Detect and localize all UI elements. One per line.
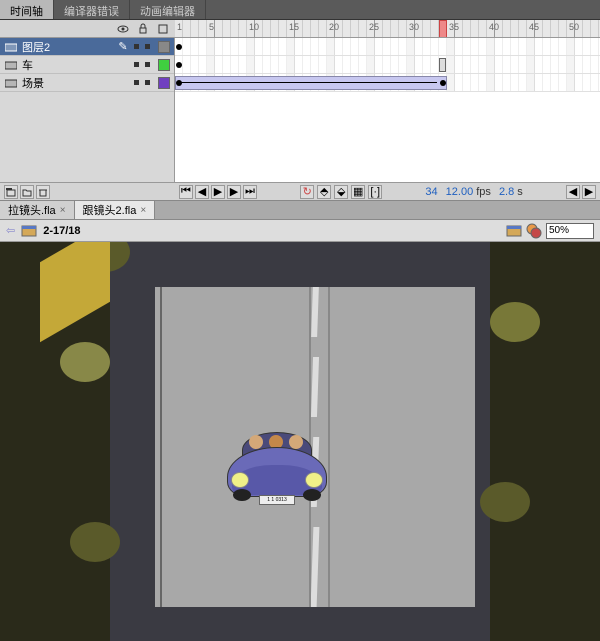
lock-dot[interactable] <box>145 62 150 67</box>
new-folder-button[interactable] <box>20 185 34 199</box>
playhead[interactable] <box>439 20 447 37</box>
layer-color-swatch[interactable] <box>158 77 170 89</box>
file-tab[interactable]: 拉镜头.fla × <box>0 201 75 219</box>
layer-type-icon <box>4 58 18 72</box>
scene-label: 2-17/18 <box>43 225 80 237</box>
tab-compiler-errors[interactable]: 编译器错误 <box>54 0 130 19</box>
new-layer-button[interactable] <box>4 185 18 199</box>
onion-skin-button[interactable]: ⬘ <box>317 185 331 199</box>
file-tabs: 拉镜头.fla×跟镜头2.fla× <box>0 200 600 220</box>
layer-color-swatch[interactable] <box>158 59 170 71</box>
frames-area[interactable] <box>175 38 600 182</box>
pencil-icon: ✎ <box>116 40 130 54</box>
tab-timeline[interactable]: 时间轴 <box>0 0 54 19</box>
layer-color-swatch[interactable] <box>158 41 170 53</box>
layer-type-icon <box>4 76 18 90</box>
tab-anim-editor[interactable]: 动画编辑器 <box>130 0 206 19</box>
visibility-dot[interactable] <box>134 80 139 85</box>
scroll-right-button[interactable]: ▶ <box>582 185 596 199</box>
frame-ruler[interactable]: 1510152025303540455055 <box>175 20 600 37</box>
file-tab-label: 拉镜头.fla <box>8 202 56 218</box>
delete-layer-button[interactable] <box>36 185 50 199</box>
car-symbol[interactable]: 1 1 0313 <box>217 417 337 517</box>
visibility-dot[interactable] <box>134 62 139 67</box>
close-icon[interactable]: × <box>60 205 66 216</box>
timeline-panel: 1510152025303540455055 图层2 ✎ 车场景 ⏮ ◀ ▶ ▶ ⏭… <box>0 20 600 200</box>
lock-dot[interactable] <box>145 44 150 49</box>
prev-frame-button[interactable]: ◀ <box>195 185 209 199</box>
layer-type-icon <box>4 40 18 54</box>
zoom-input[interactable] <box>546 223 594 239</box>
fps-value: 12.00 <box>446 186 474 198</box>
layer-row[interactable]: 场景 <box>0 74 174 92</box>
license-plate: 1 1 0313 <box>259 495 295 505</box>
stage[interactable]: 1 1 0313 <box>0 242 600 641</box>
marker-button[interactable]: [·] <box>368 185 382 199</box>
layer-name: 车 <box>22 57 130 73</box>
layer-row[interactable]: 图层2 ✎ <box>0 38 174 56</box>
edit-scene-icon[interactable] <box>506 224 522 238</box>
layer-header <box>0 20 175 37</box>
scene-icon <box>21 224 37 238</box>
time-value: 2.8 <box>499 186 514 198</box>
edit-multiple-button[interactable]: ▦ <box>351 185 365 199</box>
layer-name: 图层2 <box>22 39 112 55</box>
next-frame-button[interactable]: ▶ <box>227 185 241 199</box>
loop-button[interactable]: ↻ <box>300 185 314 199</box>
file-tab[interactable]: 跟镜头2.fla× <box>75 201 156 219</box>
scroll-left-button[interactable]: ◀ <box>566 185 580 199</box>
symbol-icon[interactable] <box>526 223 542 239</box>
canvas-area: 1 1 0313 <box>155 287 475 607</box>
lock-icon[interactable] <box>137 23 149 35</box>
onion-outline-button[interactable]: ⬙ <box>334 185 348 199</box>
first-frame-button[interactable]: ⏮ <box>179 185 193 199</box>
layers-list: 图层2 ✎ 车场景 <box>0 38 175 182</box>
layer-name: 场景 <box>22 75 130 91</box>
back-icon[interactable]: ⇦ <box>6 224 15 237</box>
lock-dot[interactable] <box>145 80 150 85</box>
play-button[interactable]: ▶ <box>211 185 225 199</box>
visibility-dot[interactable] <box>134 44 139 49</box>
last-frame-button[interactable]: ⏭ <box>243 185 257 199</box>
layer-row[interactable]: 车 <box>0 56 174 74</box>
file-tab-label: 跟镜头2.fla <box>83 202 137 218</box>
current-frame: 34 <box>425 186 437 198</box>
close-icon[interactable]: × <box>140 205 146 216</box>
eye-icon[interactable] <box>117 23 129 35</box>
outline-icon[interactable] <box>157 23 169 35</box>
